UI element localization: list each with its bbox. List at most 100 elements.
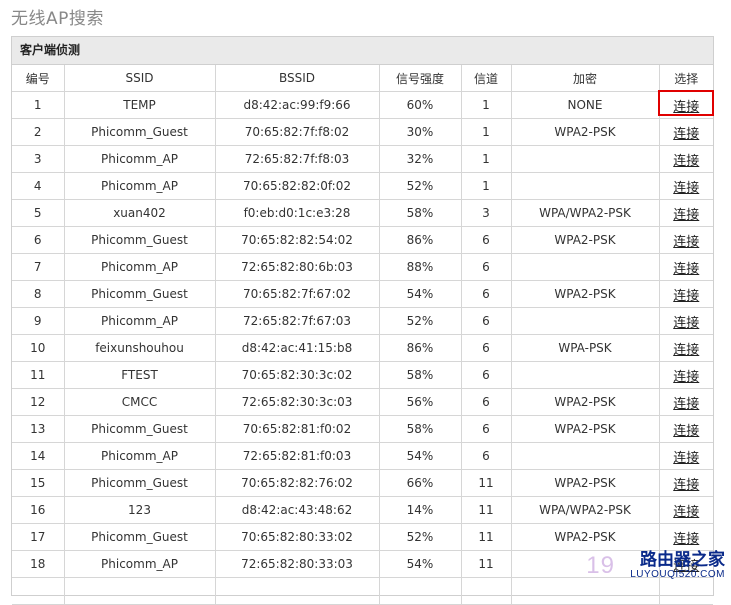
cell-encryption: WPA2-PSK xyxy=(510,118,660,146)
cell-signal: 14% xyxy=(378,496,462,524)
table-row: 4 Phicomm_AP 70:65:82:82:0f:02 52% 1 连接 xyxy=(12,172,713,200)
cell-number: 4 xyxy=(12,172,65,200)
client-detect-panel: 客户端侦测 编号 SSID BSSID 信号强度 信道 加密 选择 1 TEMP d… xyxy=(11,36,714,605)
cell-signal: 54% xyxy=(378,550,462,578)
cell-channel: 11 xyxy=(460,469,512,497)
connect-link[interactable]: 连接 xyxy=(673,343,699,358)
cell-bssid: f0:eb:d0:1c:e3:28 xyxy=(214,199,380,227)
connect-link[interactable]: 连接 xyxy=(673,154,699,169)
cell-channel: 11 xyxy=(460,496,512,524)
cell-ssid: xuan402 xyxy=(63,199,216,227)
table-header-row: 编号 SSID BSSID 信号强度 信道 加密 选择 xyxy=(12,65,713,92)
cell-select: 连接 xyxy=(658,307,713,335)
cell-bssid: 72:65:82:80:6b:03 xyxy=(214,253,380,281)
cell-ssid: feixunshouhou xyxy=(63,334,216,362)
connect-link[interactable]: 连接 xyxy=(673,424,699,439)
cell-encryption: WPA2-PSK xyxy=(510,226,660,254)
cell-encryption: WPA2-PSK xyxy=(510,469,660,497)
col-header-ssid: SSID xyxy=(63,65,216,92)
connect-link[interactable]: 连接 xyxy=(673,289,699,304)
col-header-number: 编号 xyxy=(12,65,65,92)
ap-list-table: 编号 SSID BSSID 信号强度 信道 加密 选择 1 TEMP d8:42:a… xyxy=(12,65,713,605)
cell-number: 2 xyxy=(12,118,65,146)
cell-signal: 58% xyxy=(378,199,462,227)
cell-select: 连接 xyxy=(658,415,713,443)
table-row: 2 Phicomm_Guest 70:65:82:7f:f8:02 30% 1 WPA2-… xyxy=(12,118,713,146)
cell-number: 10 xyxy=(12,334,65,362)
cell-ssid: Phicomm_AP xyxy=(63,253,216,281)
connect-link[interactable]: 连接 xyxy=(673,505,699,520)
cell-ssid: Phicomm_Guest xyxy=(63,415,216,443)
cell-ssid: Phicomm_AP xyxy=(63,307,216,335)
connect-link[interactable]: 连接 xyxy=(673,532,699,547)
cell-signal: 54% xyxy=(378,442,462,470)
table-row: 15 Phicomm_Guest 70:65:82:82:76:02 66% 11 WPA… xyxy=(12,469,713,497)
cell-channel: 6 xyxy=(460,226,512,254)
cell-bssid: 70:65:82:82:54:02 xyxy=(214,226,380,254)
cell-channel: 1 xyxy=(460,172,512,200)
cell-bssid: 72:65:82:7f:67:03 xyxy=(214,307,380,335)
cell-encryption xyxy=(510,172,660,200)
watermark-domain: LUYOUQI520.COM xyxy=(630,569,725,580)
connect-link[interactable]: 连接 xyxy=(673,478,699,493)
table-row: 6 Phicomm_Guest 70:65:82:82:54:02 86% 6 WPA2-… xyxy=(12,226,713,254)
cell-signal: 52% xyxy=(378,523,462,551)
cell-channel: 6 xyxy=(460,361,512,389)
cell-number: 7 xyxy=(12,253,65,281)
cell-select: 连接 xyxy=(658,496,713,524)
connect-link[interactable]: 连接 xyxy=(673,397,699,412)
table-row: 10 feixunshouhou d8:42:ac:41:15:b8 86% 6 WPA-… xyxy=(12,334,713,362)
cell-channel: 3 xyxy=(460,199,512,227)
connect-link[interactable]: 连接 xyxy=(673,451,699,466)
table-row: 16 123 d8:42:ac:43:48:62 14% 11 WPA/WPA2-PSK 连… xyxy=(12,496,713,524)
cell-signal: 32% xyxy=(378,145,462,173)
connect-link[interactable]: 连接 xyxy=(673,208,699,223)
cell-bssid: d8:42:ac:43:48:62 xyxy=(214,496,380,524)
cell-channel: 1 xyxy=(460,91,512,119)
cell-select: 连接 xyxy=(658,388,713,416)
cell-signal: 66% xyxy=(378,469,462,497)
connect-link[interactable]: 连接 xyxy=(673,370,699,385)
table-row: 12 CMCC 72:65:82:30:3c:03 56% 6 WPA2-PSK 连接 xyxy=(12,388,713,416)
connect-link[interactable]: 连接 xyxy=(673,262,699,277)
table-row: 3 Phicomm_AP 72:65:82:7f:f8:03 32% 1 连接 xyxy=(12,145,713,173)
cell-encryption xyxy=(510,442,660,470)
cell-number: 14 xyxy=(12,442,65,470)
cell-select: 连接 xyxy=(658,172,713,200)
cell-signal: 86% xyxy=(378,334,462,362)
connect-link[interactable]: 连接 xyxy=(673,235,699,250)
cell-ssid: Phicomm_AP xyxy=(63,550,216,578)
panel-header: 客户端侦测 xyxy=(12,37,713,65)
cell-encryption xyxy=(510,307,660,335)
cell-channel: 6 xyxy=(460,307,512,335)
cell-bssid: d8:42:ac:41:15:b8 xyxy=(214,334,380,362)
cell-channel: 1 xyxy=(460,145,512,173)
cell-bssid: 70:65:82:80:33:02 xyxy=(214,523,380,551)
cell-number: 5 xyxy=(12,199,65,227)
table-row: 9 Phicomm_AP 72:65:82:7f:67:03 52% 6 连接 xyxy=(12,307,713,335)
connect-link[interactable]: 连接 xyxy=(673,316,699,331)
connect-link[interactable]: 连接 xyxy=(673,181,699,196)
cell-signal: 56% xyxy=(378,388,462,416)
cell-encryption: WPA2-PSK xyxy=(510,523,660,551)
cell-bssid: 70:65:82:7f:67:02 xyxy=(214,280,380,308)
cell-encryption: WPA2-PSK xyxy=(510,388,660,416)
cell-encryption: WPA/WPA2-PSK xyxy=(510,496,660,524)
connect-link[interactable]: 连接 xyxy=(673,127,699,142)
cell-channel: 6 xyxy=(460,334,512,362)
cell-bssid: 72:65:82:7f:f8:03 xyxy=(214,145,380,173)
cell-signal: 52% xyxy=(378,172,462,200)
cell-signal: 60% xyxy=(378,91,462,119)
cell-select: 连接 xyxy=(658,469,713,497)
cell-ssid: Phicomm_Guest xyxy=(63,469,216,497)
cell-signal: 88% xyxy=(378,253,462,281)
cell-number: 17 xyxy=(12,523,65,551)
cell-bssid: 70:65:82:82:76:02 xyxy=(214,469,380,497)
cell-select: 连接 xyxy=(658,361,713,389)
cell-select: 连接 xyxy=(658,199,713,227)
cell-number: 6 xyxy=(12,226,65,254)
table-row: 11 FTEST 70:65:82:30:3c:02 58% 6 连接 xyxy=(12,361,713,389)
cell-select: 连接 xyxy=(658,334,713,362)
table-row: 17 Phicomm_Guest 70:65:82:80:33:02 52% 11 WPA… xyxy=(12,523,713,551)
ap-list-body: 1 TEMP d8:42:ac:99:f9:66 60% 1 NONE 连接 2 Phicomm… xyxy=(12,91,713,605)
